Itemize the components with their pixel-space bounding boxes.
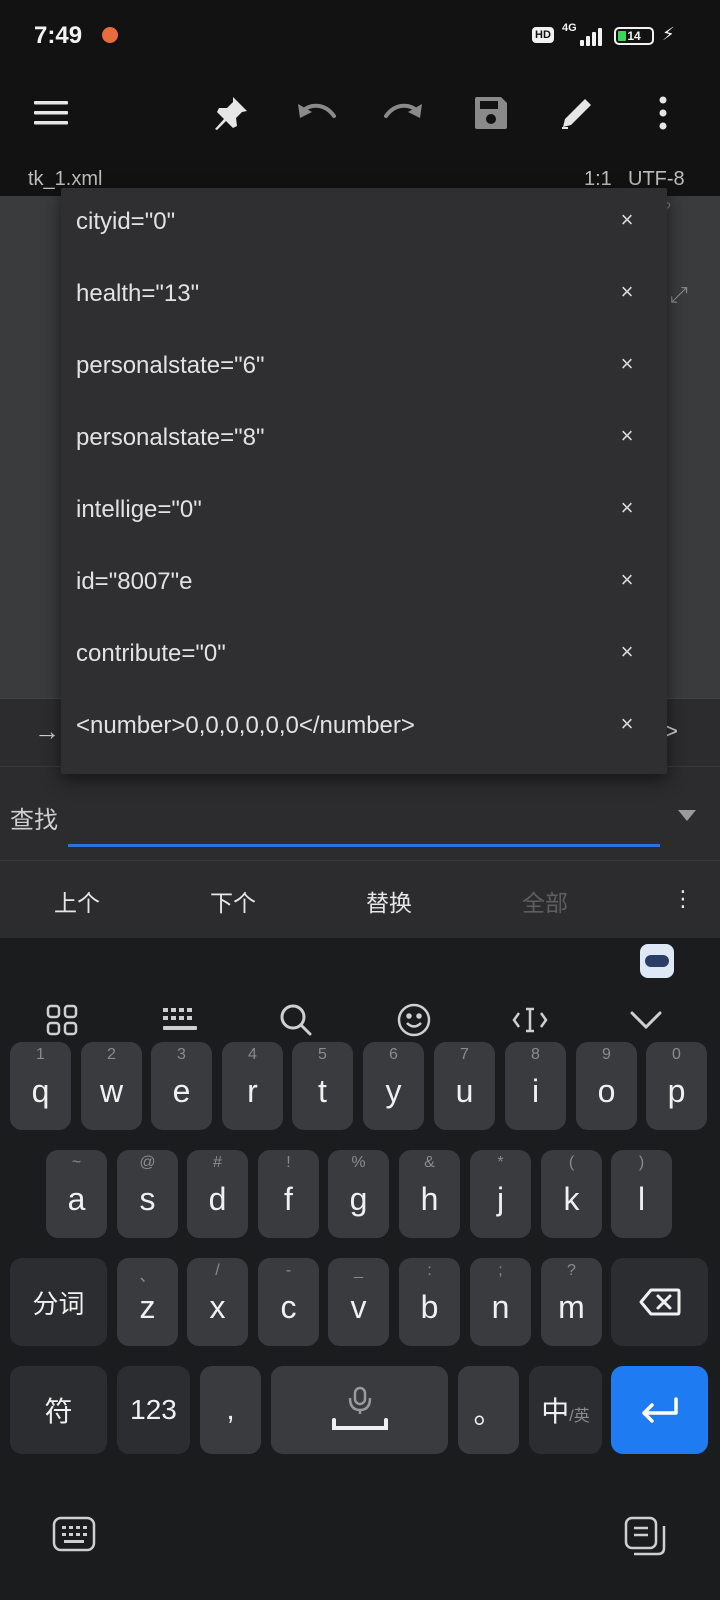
history-item[interactable]: personalstate="6" × <box>61 332 667 405</box>
redo-icon[interactable] <box>378 88 428 138</box>
find-label: 查找 <box>10 807 58 834</box>
save-icon[interactable] <box>466 88 516 138</box>
symbol-key-tab[interactable]: → <box>34 716 60 747</box>
hd-badge: HD <box>532 27 554 43</box>
edit-icon[interactable] <box>552 88 602 138</box>
status-time: 7:49 <box>34 22 83 49</box>
number-key[interactable]: 123 <box>117 1366 190 1454</box>
key-m[interactable]: ? m <box>541 1258 602 1346</box>
battery-level: 14 <box>627 29 641 43</box>
key-h[interactable]: & h <box>399 1150 460 1238</box>
key-f[interactable]: ! f <box>258 1150 319 1238</box>
close-icon[interactable]: × <box>613 206 641 234</box>
key-i[interactable]: 8i <box>505 1042 566 1130</box>
chevron-down-icon[interactable] <box>624 998 668 1042</box>
network-type: 4G <box>562 22 577 34</box>
key-k[interactable]: (k <box>541 1150 602 1238</box>
pin-icon[interactable] <box>206 88 256 138</box>
key-u[interactable]: 7u <box>434 1042 495 1130</box>
history-item[interactable]: health="13" × <box>61 260 667 333</box>
clipboard-icon[interactable] <box>624 1516 666 1561</box>
keyboard-switch-icon[interactable] <box>52 1516 96 1557</box>
language-toggle-key[interactable]: 中/英 <box>529 1366 602 1454</box>
find-dropdown-icon[interactable] <box>678 810 696 821</box>
history-item[interactable]: personalstate="8" × <box>61 404 667 477</box>
signal-icon <box>580 26 608 46</box>
undo-icon[interactable] <box>292 88 342 138</box>
key-g[interactable]: % g <box>328 1150 389 1238</box>
close-icon[interactable]: × <box>613 494 641 522</box>
key-n[interactable]: ; n <box>470 1258 531 1346</box>
microphone-icon <box>331 1386 388 1430</box>
find-more-button[interactable]: ⋮ <box>672 886 694 912</box>
close-icon[interactable]: × <box>613 422 641 450</box>
history-item-text[interactable]: cityid="0" <box>76 208 175 236</box>
editor-toolbar <box>0 72 720 159</box>
key-r[interactable]: 4r <box>222 1042 283 1130</box>
history-item[interactable]: cityid="0" × <box>61 188 667 261</box>
history-item[interactable]: intellige="0" × <box>61 476 667 549</box>
close-icon[interactable]: × <box>613 566 641 594</box>
history-item[interactable]: <number>0,0,0,0,0,0</number> × <box>61 692 667 765</box>
segment-key[interactable]: 分词 <box>10 1258 107 1346</box>
key-w[interactable]: 2w <box>81 1042 142 1130</box>
key-s[interactable]: @ s <box>117 1150 178 1238</box>
key-z[interactable]: 、 z <box>117 1258 178 1346</box>
key-a[interactable]: ~ a <box>46 1150 107 1238</box>
more-vert-icon[interactable] <box>638 88 688 138</box>
find-prev-button[interactable]: 上个 <box>54 884 100 918</box>
close-icon[interactable]: × <box>613 638 641 666</box>
history-item-text[interactable]: health="13" <box>76 280 199 308</box>
charging-icon: ⚡ <box>662 24 675 44</box>
cursor-move-icon[interactable] <box>508 998 552 1042</box>
search-history-popup: cityid="0" × health="13" × personalstate="… <box>61 188 667 774</box>
key-p[interactable]: 0p <box>646 1042 707 1130</box>
history-item-text[interactable]: personalstate="6" <box>76 352 265 380</box>
close-icon[interactable]: × <box>613 710 641 738</box>
key-e[interactable]: 3e <box>151 1042 212 1130</box>
backspace-icon <box>639 1288 680 1316</box>
key-v[interactable]: _ v <box>328 1258 389 1346</box>
history-item-text[interactable]: personalstate="8" <box>76 424 265 452</box>
enter-key[interactable] <box>611 1366 708 1454</box>
emoji-icon[interactable] <box>392 998 436 1042</box>
history-item-text[interactable]: intellige="0" <box>76 496 202 524</box>
history-item-text[interactable]: contribute="0" <box>76 640 226 668</box>
find-next-button[interactable]: 下个 <box>210 884 256 918</box>
symbol-key[interactable]: 符 <box>10 1366 107 1454</box>
battery-icon: 14 <box>614 27 654 45</box>
key-q[interactable]: 1q <box>10 1042 71 1130</box>
key-b[interactable]: :b <box>399 1258 460 1346</box>
key-l[interactable]: ) l <box>611 1150 672 1238</box>
replace-button[interactable]: 替换 <box>366 884 412 918</box>
enter-icon <box>641 1397 678 1423</box>
space-key[interactable] <box>271 1366 448 1454</box>
find-actions <box>0 860 720 939</box>
close-icon[interactable]: × <box>613 350 641 378</box>
key-d[interactable]: # d <box>187 1150 248 1238</box>
history-item-text[interactable]: <number>0,0,0,0,0,0</number> <box>76 712 415 740</box>
assistant-mascot-icon[interactable] <box>640 944 674 978</box>
key-c[interactable]: -c <box>258 1258 319 1346</box>
keyboard-layout-icon[interactable] <box>158 998 202 1042</box>
key-t[interactable]: 5t <box>292 1042 353 1130</box>
backspace-key[interactable] <box>611 1258 708 1346</box>
key-x[interactable]: / x <box>187 1258 248 1346</box>
apps-grid-icon[interactable] <box>40 998 84 1042</box>
replace-all-button[interactable]: 全部 <box>522 884 568 918</box>
history-item[interactable]: contribute="0" × <box>61 620 667 693</box>
find-input[interactable] <box>68 844 660 847</box>
expand-icon[interactable]: ⤢ <box>670 282 688 308</box>
close-icon[interactable]: × <box>613 278 641 306</box>
history-item-text[interactable]: id="8007"e <box>76 568 192 596</box>
period-key[interactable]: 。 <box>458 1366 519 1454</box>
search-icon[interactable] <box>274 998 318 1042</box>
comma-key[interactable]: , <box>200 1366 261 1454</box>
notification-app-icon <box>102 27 118 43</box>
key-j[interactable]: * j <box>470 1150 531 1238</box>
history-item[interactable]: id="8007"e × <box>61 548 667 621</box>
key-o[interactable]: 9o <box>576 1042 637 1130</box>
key-y[interactable]: 6y <box>363 1042 424 1130</box>
menu-icon[interactable] <box>26 88 76 138</box>
